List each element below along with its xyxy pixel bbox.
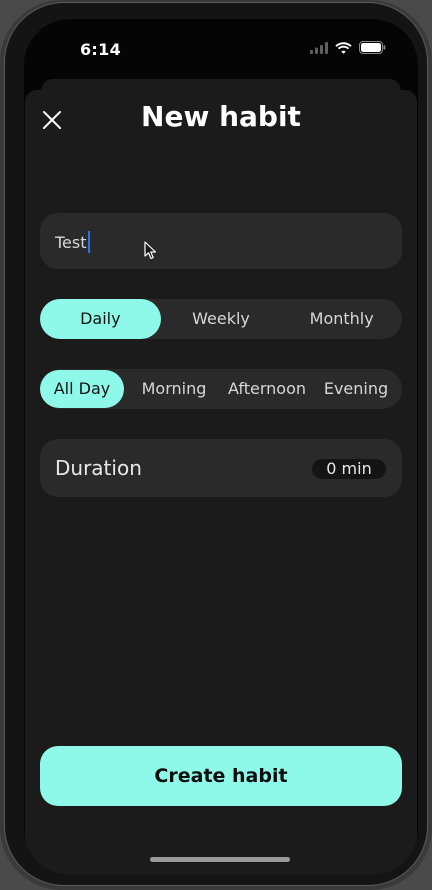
signal-icon	[310, 41, 328, 54]
time-option-evening[interactable]: Evening	[310, 369, 402, 409]
duration-row[interactable]: Duration 0 min	[40, 439, 402, 497]
create-habit-button[interactable]: Create habit	[40, 746, 402, 806]
wifi-icon	[335, 41, 352, 54]
status-bar: 6:14	[24, 19, 418, 79]
text-caret	[87, 231, 90, 253]
time-option-all-day[interactable]: All Day	[40, 370, 124, 408]
frequency-option-monthly[interactable]: Monthly	[281, 299, 402, 339]
battery-icon	[359, 41, 386, 54]
status-time: 6:14	[80, 40, 121, 59]
habit-name-value: Test	[55, 231, 90, 253]
frequency-selector: Daily Weekly Monthly	[40, 299, 402, 339]
time-of-day-selector: All Day Morning Afternoon Evening	[40, 369, 402, 409]
page-title: New habit	[141, 100, 301, 133]
new-habit-sheet: New habit Test Daily Weekly Monthly All …	[25, 90, 417, 875]
mouse-pointer-icon	[144, 241, 157, 260]
device-bezel: 6:14 New habit Test Daily Weekly Monthly…	[4, 2, 428, 886]
habit-name-input[interactable]: Test	[40, 213, 402, 269]
frequency-option-weekly[interactable]: Weekly	[161, 299, 282, 339]
frequency-option-daily[interactable]: Daily	[40, 299, 161, 339]
phone-screen: 6:14 New habit Test Daily Weekly Monthly…	[24, 19, 418, 875]
device-frame: 6:14 New habit Test Daily Weekly Monthly…	[0, 0, 432, 890]
habit-name-text: Test	[55, 232, 87, 252]
home-indicator	[150, 857, 290, 862]
time-option-afternoon[interactable]: Afternoon	[224, 369, 310, 409]
duration-label: Duration	[55, 456, 142, 480]
status-icons	[310, 41, 386, 54]
time-option-morning[interactable]: Morning	[124, 369, 224, 409]
duration-value[interactable]: 0 min	[312, 459, 386, 479]
